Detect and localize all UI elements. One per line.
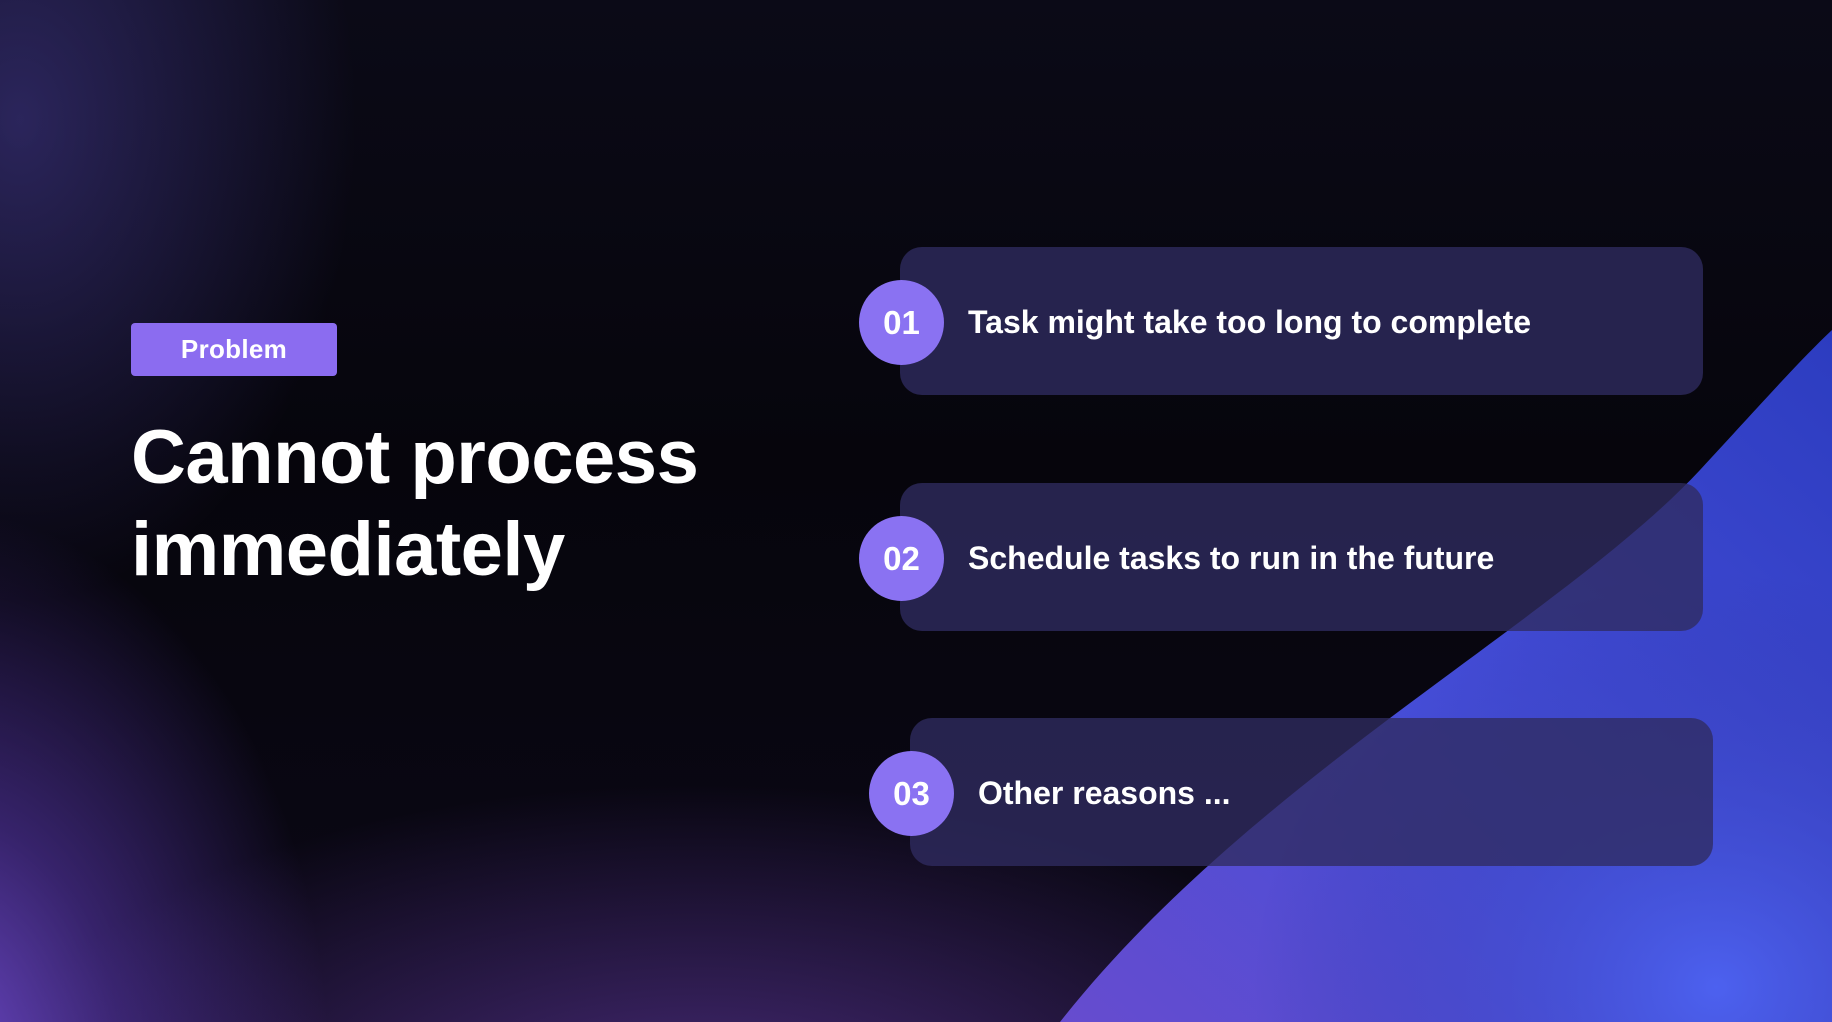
slide-title: Cannot process immediately (131, 412, 771, 596)
number-badge-1: 01 (859, 280, 944, 365)
slide: Problem Cannot process immediately 01 Ta… (0, 0, 1832, 1022)
title-line-1: Cannot process (131, 415, 699, 500)
reason-text-1: Task might take too long to complete (968, 304, 1532, 340)
reason-text-3: Other reasons ... (978, 775, 1231, 811)
problem-tag: Problem (131, 323, 337, 376)
number-badge-2: 02 (859, 516, 944, 601)
reason-text-2: Schedule tasks to run in the future (968, 540, 1495, 576)
title-line-2: immediately (131, 507, 565, 592)
number-badge-3: 03 (869, 751, 954, 836)
